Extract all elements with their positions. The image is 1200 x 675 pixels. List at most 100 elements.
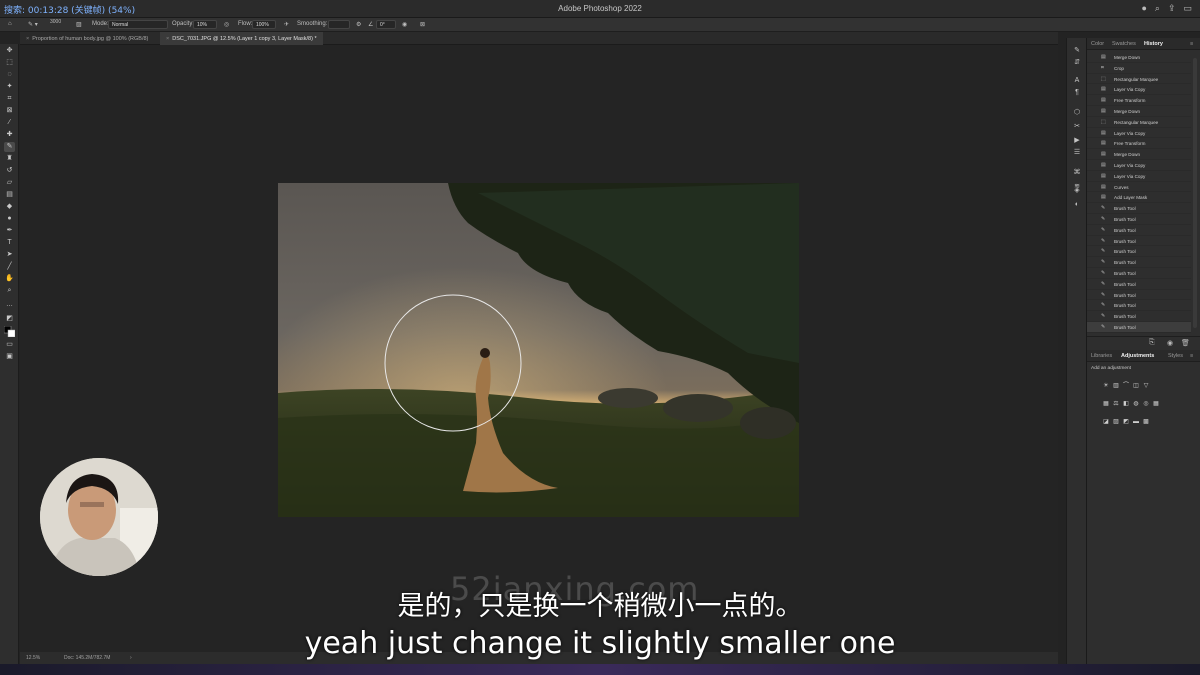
default-colors-icon[interactable]: ◩ (4, 314, 15, 324)
healing-tool-icon[interactable]: ✚ (4, 130, 15, 140)
posterize-icon[interactable]: ▨ (1112, 418, 1121, 426)
history-item[interactable]: ✎ Brush Tool (1087, 300, 1191, 312)
tab-adjustments[interactable]: Adjustments (1121, 353, 1154, 359)
history-item[interactable]: ▤ Free Transform (1087, 95, 1191, 106)
tab-dsc-7031[interactable]: × DSC_7031.JPG @ 12.5% (Layer 1 copy 3, L… (160, 32, 323, 45)
zoom-tool-icon[interactable]: ⌕ (4, 286, 15, 296)
lasso-tool-icon[interactable]: ◌ (4, 70, 15, 80)
user-icon[interactable]: ● (1141, 3, 1146, 14)
smoothing-settings-icon[interactable]: ⚙ (356, 21, 361, 28)
search-icon[interactable]: ⌕ (1155, 3, 1160, 14)
channel-mixer-icon[interactable]: ◎ (1142, 400, 1151, 408)
color-lookup-icon[interactable]: ▦ (1152, 400, 1161, 408)
foreground-color-swatch[interactable] (3, 325, 16, 338)
angle-icon[interactable]: ∠ (368, 21, 373, 28)
angle-input[interactable]: 0° (376, 20, 396, 29)
history-item[interactable]: ✎ Brush Tool (1087, 311, 1191, 322)
3d-panel-icon[interactable]: ⬡ (1072, 108, 1082, 118)
history-item[interactable]: ✎ Brush Tool (1087, 290, 1191, 301)
flow-input[interactable]: 100% (252, 20, 276, 29)
pressure-opacity-icon[interactable]: ◎ (224, 21, 229, 28)
vibrance-icon[interactable]: ▽ (1142, 382, 1151, 390)
trash-icon[interactable]: 🗑 (1181, 339, 1190, 347)
selective-color-icon[interactable]: ▩ (1142, 418, 1151, 426)
history-item[interactable]: ✎ Brush Tool (1087, 225, 1191, 236)
history-item[interactable]: ▤ Layer Via Copy (1087, 84, 1191, 96)
history-item[interactable]: ▤ Merge Down (1087, 52, 1191, 63)
history-item[interactable]: ▤ Free Transform (1087, 138, 1191, 150)
history-item[interactable]: ✎ Brush Tool (1087, 279, 1191, 290)
history-item[interactable]: ⬚ Rectangular Marquee (1087, 74, 1191, 85)
history-item[interactable]: ✎ Brush Tool (1087, 214, 1191, 225)
character-panel-icon[interactable]: A (1072, 76, 1082, 86)
pen-tool-icon[interactable]: ✒ (4, 226, 15, 236)
hue-saturation-icon[interactable]: ▦ (1102, 400, 1111, 408)
history-item[interactable]: ✎ Brush Tool (1087, 257, 1191, 268)
brush-settings-icon[interactable]: ▨ (76, 21, 82, 28)
brush-settings-panel-icon[interactable]: ✎ (1072, 46, 1082, 56)
close-icon[interactable]: × (26, 36, 29, 42)
black-white-icon[interactable]: ◧ (1122, 400, 1131, 408)
tab-history[interactable]: History (1144, 41, 1163, 47)
history-item[interactable]: ▤ Merge Down (1087, 106, 1191, 117)
history-item[interactable]: ✎ Brush Tool (1087, 268, 1191, 279)
gradient-tool-icon[interactable]: ▤ (4, 190, 15, 200)
hand-tool-icon[interactable]: ✋ (4, 274, 15, 284)
workspace-icon[interactable]: ▭ (1183, 3, 1192, 14)
history-item[interactable]: ⬚ Rectangular Marquee (1087, 117, 1191, 128)
blur-tool-icon[interactable]: ◆ (4, 202, 15, 212)
threshold-icon[interactable]: ◩ (1122, 418, 1131, 426)
share-icon[interactable]: ⇪ (1168, 3, 1176, 14)
smoothing-input[interactable] (328, 20, 350, 29)
document-canvas-image[interactable] (278, 183, 799, 517)
frame-tool-icon[interactable]: ⊠ (4, 106, 15, 116)
tab-swatches[interactable]: Swatches (1112, 41, 1136, 47)
history-item[interactable]: ⌗ Crop (1087, 63, 1191, 74)
adjust-panel-icon[interactable]: ◐ (1072, 200, 1082, 210)
type-tool-icon[interactable]: T (4, 238, 15, 248)
quick-select-tool-icon[interactable]: ✦ (4, 82, 15, 92)
history-item[interactable]: ✎ Brush Tool (1087, 203, 1191, 214)
brush-size-label[interactable]: 3000 (50, 19, 61, 25)
brush-tool-icon[interactable]: ✎ (4, 142, 15, 152)
airbrush-icon[interactable]: ✈ (284, 21, 289, 28)
clone-source-panel-icon[interactable]: ⇵ (1072, 58, 1082, 68)
photo-filter-icon[interactable]: ◍ (1132, 400, 1141, 408)
levels-icon[interactable]: ▥ (1112, 382, 1121, 390)
properties-panel-icon[interactable]: ☰ (1072, 148, 1082, 158)
symmetry-icon[interactable]: ⊠ (420, 21, 425, 28)
layers-panel-icon[interactable]: ◈ (1072, 186, 1082, 196)
history-item[interactable]: ▤ Curves (1087, 182, 1191, 193)
close-icon[interactable]: × (166, 36, 169, 42)
crop-tool-icon[interactable]: ⌗ (4, 94, 15, 104)
exposure-icon[interactable]: ◫ (1132, 382, 1141, 390)
eraser-tool-icon[interactable]: ▱ (4, 178, 15, 188)
tab-proportion[interactable]: × Proportion of human body.jpg @ 100% (RG… (20, 32, 154, 45)
more-tools-icon[interactable]: … (4, 300, 15, 310)
history-item[interactable]: ✎ Brush Tool (1087, 236, 1191, 247)
tools-panel-icon[interactable]: ✂ (1072, 122, 1082, 132)
eyedropper-tool-icon[interactable]: ⁄ (4, 118, 15, 128)
pressure-size-icon[interactable]: ◉ (402, 21, 407, 28)
tab-styles[interactable]: Styles (1168, 353, 1183, 359)
history-item[interactable]: ✎ Brush Tool (1087, 246, 1191, 258)
path-select-tool-icon[interactable]: ➤ (4, 250, 15, 260)
quick-mask-icon[interactable]: ▭ (4, 340, 15, 350)
opacity-input[interactable]: 10% (193, 20, 217, 29)
history-scrollbar[interactable] (1193, 58, 1197, 328)
history-item[interactable]: ▤ Layer Via Copy (1087, 171, 1191, 182)
stamp-tool-icon[interactable]: ♜ (4, 154, 15, 164)
paragraph-panel-icon[interactable]: ¶ (1072, 88, 1082, 98)
brush-preset-icon[interactable]: ✎ ▾ (28, 21, 38, 28)
actions-panel-icon[interactable]: ▶ (1072, 136, 1082, 146)
history-item[interactable]: ▤ Layer Via Copy (1087, 160, 1191, 171)
history-item[interactable]: ▤ Add Layer Mask (1087, 192, 1191, 204)
gradient-map-icon[interactable]: ▬ (1132, 418, 1141, 426)
home-icon[interactable]: ⌂ (8, 21, 12, 27)
panel-menu-icon[interactable]: ≡ (1190, 353, 1193, 359)
history-item[interactable]: ✎ Brush Tool (1087, 322, 1191, 333)
color-balance-icon[interactable]: ⚖ (1112, 400, 1121, 408)
tab-libraries[interactable]: Libraries (1091, 353, 1112, 359)
brightness-contrast-icon[interactable]: ☀ (1102, 382, 1111, 390)
mode-select[interactable]: Normal (108, 20, 168, 29)
